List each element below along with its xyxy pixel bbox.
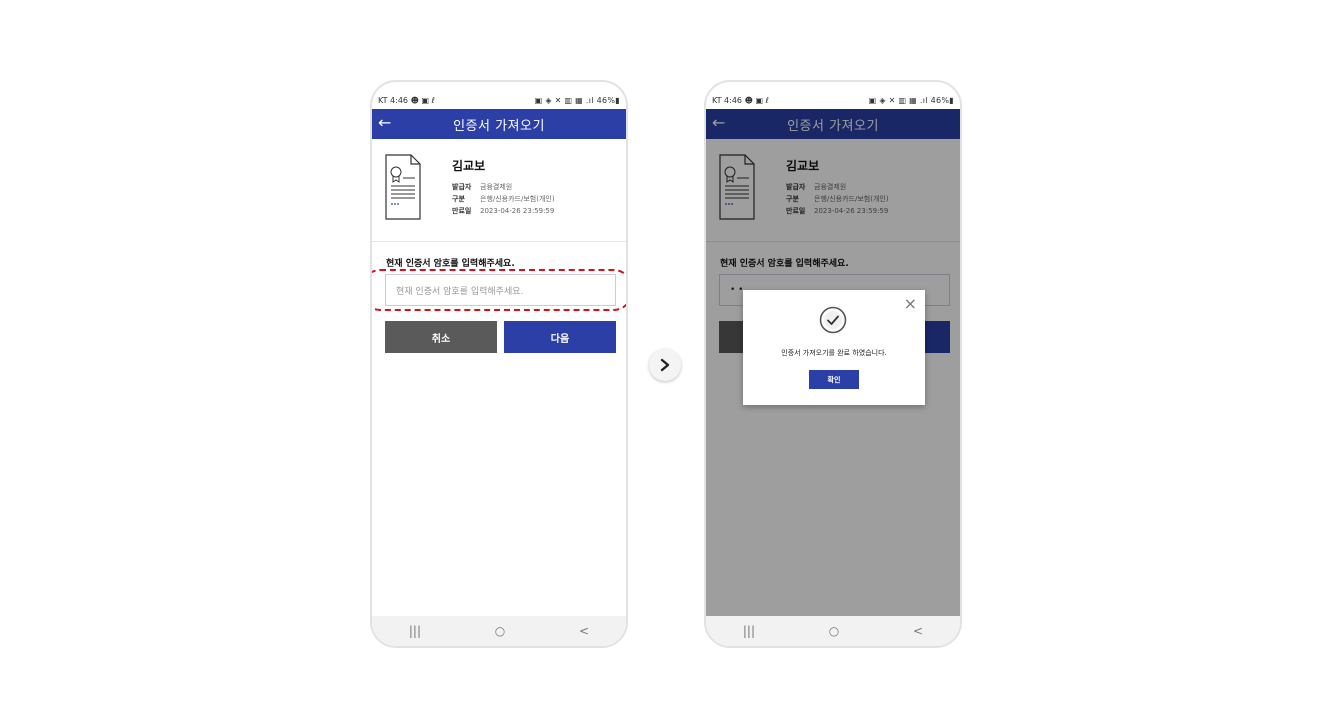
type-value: 은행/신용카드/보험(개인) xyxy=(480,195,555,203)
certificate-name: 김교보 xyxy=(452,159,486,173)
system-nav-bar: ||| ○ < xyxy=(372,616,626,646)
nav-back-icon[interactable]: < xyxy=(913,624,923,638)
recents-icon[interactable]: ||| xyxy=(409,624,421,638)
expiry-label: 만료일 xyxy=(452,207,472,215)
completion-dialog: × 인증서 가져오기를 완료 하였습니다. 확인 xyxy=(743,290,925,405)
status-right: ▣ ◈ ✕ ▥ ▦ .ıl 46%▮ xyxy=(534,96,620,105)
confirm-button[interactable]: 확인 xyxy=(809,370,859,389)
recents-icon[interactable]: ||| xyxy=(743,624,755,638)
password-label: 현재 인증서 암호를 입력해주세요. xyxy=(386,259,515,269)
next-button[interactable]: 다음 xyxy=(504,321,616,353)
phone-screen-after: KT 4:46 ☻ ▣ ℓ ▣ ◈ ✕ ▥ ▦ .ıl 46%▮ ← 인증서 가… xyxy=(704,80,962,648)
dialog-message: 인증서 가져오기를 완료 하였습니다. xyxy=(781,349,887,357)
close-icon[interactable]: × xyxy=(904,294,917,313)
app-bar: ← 인증서 가져오기 xyxy=(372,109,626,139)
certificate-icon xyxy=(385,154,423,220)
check-circle-icon xyxy=(819,306,847,334)
status-left: KT 4:46 ☻ ▣ ℓ xyxy=(378,96,435,105)
certificate-meta: 발급자 금융결제원 구분 은행/신용카드/보험(개인) 만료일 2023-04-26 … xyxy=(452,181,555,217)
page-title: 인증서 가져오기 xyxy=(453,119,545,134)
divider xyxy=(372,241,626,242)
status-bar: KT 4:46 ☻ ▣ ℓ ▣ ◈ ✕ ▥ ▦ .ıl 46%▮ xyxy=(372,82,626,108)
issuer-value: 금융결제원 xyxy=(480,183,513,191)
expiry-value: 2023-04-26 23:59:59 xyxy=(480,207,555,215)
home-icon[interactable]: ○ xyxy=(495,624,505,638)
phone-screen-before: KT 4:46 ☻ ▣ ℓ ▣ ◈ ✕ ▥ ▦ .ıl 46%▮ ← 인증서 가… xyxy=(370,80,628,648)
issuer-label: 발급자 xyxy=(452,183,472,191)
next-step-arrow-icon xyxy=(649,349,681,381)
type-label: 구분 xyxy=(452,195,465,203)
nav-back-icon[interactable]: < xyxy=(579,624,589,638)
content: 김교보 발급자 금융결제원 구분 은행/신용카드/보험(개인) 만료일 2023-04… xyxy=(372,139,626,616)
status-right: ▣ ◈ ✕ ▥ ▦ .ıl 46%▮ xyxy=(868,96,954,105)
cancel-button[interactable]: 취소 xyxy=(385,321,497,353)
password-input[interactable]: 현재 인증서 암호를 입력해주세요. xyxy=(385,274,616,306)
status-bar: KT 4:46 ☻ ▣ ℓ ▣ ◈ ✕ ▥ ▦ .ıl 46%▮ xyxy=(706,82,960,108)
status-left: KT 4:46 ☻ ▣ ℓ xyxy=(712,96,769,105)
system-nav-bar: ||| ○ < xyxy=(706,616,960,646)
home-icon[interactable]: ○ xyxy=(829,624,839,638)
